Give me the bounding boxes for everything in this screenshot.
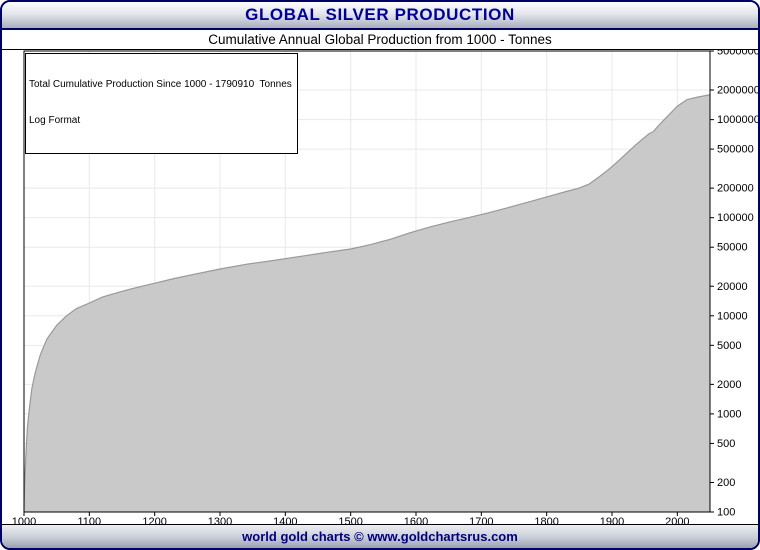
x-axis-label: 1400 (273, 516, 297, 525)
footer-credit: world gold charts © www.goldchartsrus.co… (242, 529, 518, 544)
y-axis-label: 10000 (717, 310, 748, 322)
y-axis-label: 100 (717, 507, 735, 519)
y-axis-label: 50000 (717, 242, 748, 254)
y-axis-label: 500 (717, 438, 735, 450)
x-axis-label: 1600 (404, 516, 428, 525)
y-axis-label: 1000000 (717, 114, 758, 126)
chart-subtitle: Cumulative Annual Global Production from… (208, 32, 551, 47)
y-axis-label: 1000 (717, 408, 741, 420)
y-axis-label: 2000000 (717, 85, 758, 97)
title-bar: GLOBAL SILVER PRODUCTION (2, 2, 758, 30)
chart-window: GLOBAL SILVER PRODUCTION Cumulative Annu… (0, 0, 760, 550)
chart-area: 1000 1100 1200 1300 1400 1500 1600 1700 1800 1900… (2, 50, 758, 524)
x-axis-label: 1100 (78, 516, 102, 525)
y-axis-label: 5000000 (717, 50, 758, 58)
y-axis-label: 200 (717, 477, 735, 489)
x-axis-label: 1700 (469, 516, 493, 525)
x-axis-label: 1000 (12, 516, 36, 525)
footer-bar: world gold charts © www.goldchartsrus.co… (2, 524, 758, 548)
x-axis-label: 1500 (338, 516, 362, 525)
x-axis-label: 1900 (600, 516, 624, 525)
y-axis-label: 200000 (717, 183, 754, 195)
annotation-total: Total Cumulative Production Since 1000 -… (29, 79, 292, 91)
y-axis-label: 20000 (717, 281, 748, 293)
y-axis-label: 100000 (717, 212, 754, 224)
x-axis-label: 1300 (208, 516, 232, 525)
page-title: GLOBAL SILVER PRODUCTION (245, 5, 515, 25)
x-axis-label: 1200 (142, 516, 166, 525)
chart-subtitle-row: Cumulative Annual Global Production from… (2, 30, 758, 50)
chart-annotation-box: Total Cumulative Production Since 1000 -… (25, 53, 298, 154)
y-axis-label: 2000 (717, 379, 741, 391)
annotation-log-format: Log Format (29, 115, 292, 127)
y-axis-label: 500000 (717, 144, 754, 156)
y-axis-label: 5000 (717, 340, 741, 352)
x-axis-label: 1800 (534, 516, 558, 525)
x-axis-label: 2000 (665, 516, 689, 525)
